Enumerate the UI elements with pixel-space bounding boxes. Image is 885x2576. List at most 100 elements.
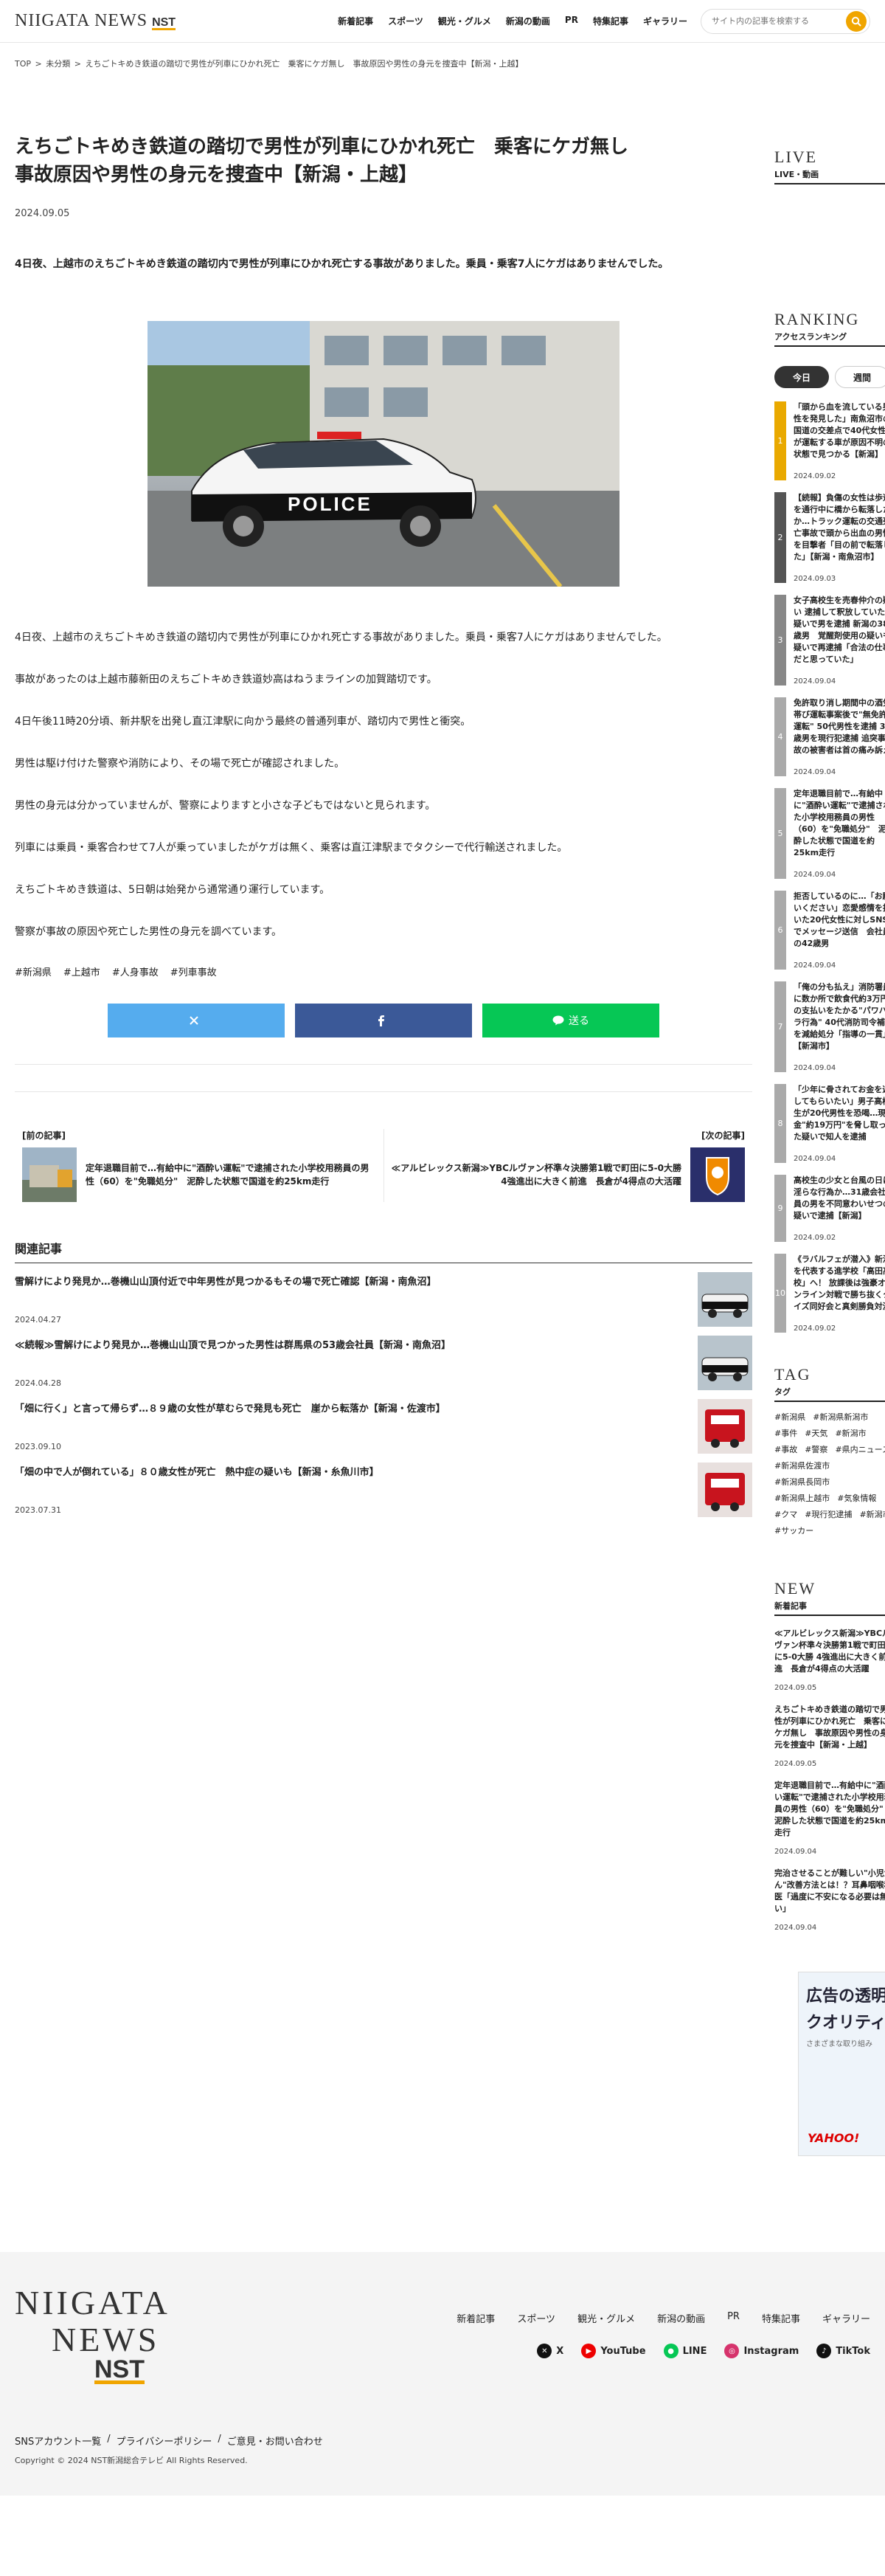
footer-sns-list-link[interactable]: SNSアカウント一覧 (15, 2434, 101, 2448)
next-article-thumbnail (690, 1147, 745, 1202)
new-article-item[interactable]: 完治させることが難しい"小児がん"改善方法とは！？耳鼻咽喉科医「過度に不安になる… (774, 1868, 885, 1932)
tag-link[interactable]: #列車事故 (170, 964, 217, 978)
footer-tiktok-label: TikTok (836, 2345, 870, 2357)
related-title: 雪解けにより発見か…巻機山山頂付近で中年男性が見つかるもその場で死亡確認【新潟・… (15, 1277, 437, 1288)
sidebar-tag[interactable]: #新潟市 (859, 1508, 885, 1520)
new-article-date: 2024.09.04 (774, 1924, 817, 1932)
next-article-label: [次の記事] (701, 1130, 745, 1141)
nav-sports[interactable]: スポーツ (388, 15, 423, 27)
nav-gourmet[interactable]: 観光・グルメ (438, 15, 491, 27)
footer-contact-link[interactable]: ご意見・お問い合わせ (227, 2434, 323, 2448)
nav-features[interactable]: 特集記事 (593, 15, 628, 27)
related-item[interactable]: 「畑の中で人が倒れている」８０歳女性が死亡 熱中症の疑いも【新潟・糸魚川市】 2… (15, 1463, 752, 1517)
sidebar-tag[interactable]: #県内ニュース (835, 1443, 885, 1455)
ranking-item[interactable]: 4 免許取り消し期間中の酒気帯び運転事案後で"無免許運転" 50代男性を逮捕 38… (774, 697, 885, 776)
footer-x-link[interactable]: ✕ X (537, 2344, 563, 2358)
sidebar-tag[interactable]: #新潟県長岡市 (774, 1476, 830, 1488)
share-line-button[interactable]: 送る (482, 1004, 659, 1037)
sidebar-tag[interactable]: #気象情報 (837, 1492, 876, 1504)
sidebar-tag[interactable]: #現行犯逮捕 (805, 1508, 852, 1520)
ad-text-line1: 広告の透明 (806, 1987, 885, 2006)
footer-youtube-link[interactable]: ▶ YouTube (581, 2344, 646, 2358)
rank-number: 6 (774, 891, 786, 970)
x-icon (190, 1016, 198, 1025)
related-date: 2024.04.27 (15, 1315, 61, 1325)
search-input[interactable] (712, 16, 846, 26)
copyright: Copyright © 2024 NST新潟総合テレビ All Rights R… (15, 2456, 248, 2465)
footer-tiktok-link[interactable]: ♪ TikTok (816, 2344, 870, 2358)
ranking-item[interactable]: 6 拒否しているのに…「お願いください」恋愛感情を抱いた20代女性に対しSNSでメ… (774, 891, 885, 970)
footer-nav-new-articles[interactable]: 新着記事 (457, 2311, 495, 2325)
sidebar-tag[interactable]: #新潟市 (835, 1427, 866, 1439)
new-article-date: 2024.09.04 (774, 1848, 817, 1856)
sidebar-tag[interactable]: #事故 (774, 1443, 797, 1455)
ranking-item[interactable]: 8 「少年に骨されてお金を返してもらいたい」男子高校生が20代男性を恐喝…現金"約… (774, 1084, 885, 1163)
sidebar-tag[interactable]: #天気 (805, 1427, 827, 1439)
ranking-item[interactable]: 1 「頭から血を流している男性を発見した」南魚沼市の国道の交差点で40代女性が運転… (774, 401, 885, 480)
ad-banner[interactable]: 広告の透明 クオリティ さまざまな取り組み YAHOO! (798, 1972, 885, 2156)
share-x-button[interactable] (108, 1004, 285, 1037)
ranking-item[interactable]: 5 定年退職目前で…有給中に"酒酔い運転"で逮捕された小学校用務員の男性（60）を… (774, 788, 885, 879)
tag-link[interactable]: #上越市 (63, 964, 100, 978)
sidebar-tag[interactable]: #クマ (774, 1508, 797, 1520)
rank-number: 4 (774, 697, 786, 776)
line-icon (552, 1015, 564, 1026)
footer-nav: 新着記事 スポーツ 観光・グルメ 新潟の動画 PR 特集記事 ギャラリー (457, 2311, 870, 2325)
new-article-title: 完治させることが難しい"小児がん"改善方法とは！？耳鼻咽喉科医「過度に不安になる… (774, 1868, 885, 1913)
prev-article[interactable]: [前の記事] 定年退職目前で…有給中に"酒酔い運転"で逮捕された小学校用務員の男… (15, 1129, 384, 1202)
rank-title: 「俺の分も払え」消防署員に数か所で飲食代約3万円の支払いをたかる"パワハラ行為"… (794, 982, 885, 1051)
footer-nav-sports[interactable]: スポーツ (517, 2311, 555, 2325)
article-title-line2: 事故原因や男性の身元を捜査中【新潟・上越】 (15, 164, 418, 186)
ranking-item[interactable]: 7 「俺の分も払え」消防署員に数か所で飲食代約3万円の支払いをたかる"パワハラ行為… (774, 981, 885, 1072)
new-article-date: 2024.09.05 (774, 1760, 817, 1768)
tab-weekly[interactable]: 週間 (835, 366, 885, 388)
footer-nav-gallery[interactable]: ギャラリー (822, 2311, 870, 2325)
related-item[interactable]: 「畑に行く」と言って帰らず…８９歳の女性が草むらで発見も死亡 崖から転落か【新潟… (15, 1399, 752, 1454)
tag-link[interactable]: #人身事故 (112, 964, 159, 978)
footer-instagram-link[interactable]: ◎ Instagram (724, 2344, 799, 2358)
sidebar-tag[interactable]: #新潟県新潟市 (813, 1411, 868, 1423)
sidebar-tag[interactable]: #事件 (774, 1427, 797, 1439)
tab-today[interactable]: 今日 (774, 366, 830, 388)
footer-nav-videos[interactable]: 新潟の動画 (657, 2311, 705, 2325)
ranking-item[interactable]: 10 《ラバルフェが潜入》新潟を代表する進学校「高田高校」へ！ 放課後は強豪オンラ… (774, 1254, 885, 1333)
sidebar-tag[interactable]: #新潟県佐渡市 (774, 1460, 830, 1471)
ranking-item[interactable]: 9 高校生の少女と台風の日に淫らな行為か…31歳会社員の男を不同意わいせつの疑いで… (774, 1175, 885, 1242)
ranking-item[interactable]: 3 女子高校生を売春仲介の疑い 逮捕して釈放していた疑いで男を逮捕 新潟の38歳男… (774, 595, 885, 686)
article-lead: 4日夜、上越市のえちごトキめき鉄道の踏切内で男性が列車にひかれ死亡する事故があり… (15, 258, 669, 270)
rank-title: 「頭から血を流している男性を発見した」南魚沼市の国道の交差点で40代女性が運転す… (794, 402, 885, 459)
next-article[interactable]: [次の記事] ≪アルビレックス新潟≫YBCルヴァン杯準々決勝第1戦で町田に5-0… (383, 1129, 753, 1202)
ranking-heading: RANKING (774, 310, 860, 328)
sidebar-tag[interactable]: #サッカー (774, 1524, 813, 1536)
prev-article-title: 定年退職目前で…有給中に"酒酔い運転"で逮捕された小学校用務員の男性（60）を"… (86, 1163, 369, 1187)
footer-nav-features[interactable]: 特集記事 (762, 2311, 800, 2325)
nav-videos[interactable]: 新潟の動画 (506, 15, 550, 27)
footer-line-link[interactable]: ● LINE (663, 2344, 707, 2358)
tag-link[interactable]: #新潟県 (15, 964, 52, 978)
ad-text-line3: さまざまな取り組み (806, 2040, 872, 2048)
share-facebook-button[interactable] (295, 1004, 472, 1037)
breadcrumb-category[interactable]: 未分類 (46, 59, 70, 69)
new-article-item[interactable]: ≪アルビレックス新潟≫YBCルヴァン杯準々決勝第1戦で町田に5-0大勝 4強進出… (774, 1628, 885, 1692)
footer-nav-pr[interactable]: PR (727, 2311, 740, 2325)
new-article-item[interactable]: えちごトキめき鉄道の踏切で男性が列車にひかれ死亡 乗客にケガ無し 事故原因や男性… (774, 1704, 885, 1768)
sidebar-tag[interactable]: #新潟県上越市 (774, 1492, 830, 1504)
related-item[interactable]: 雪解けにより発見か…巻機山山頂付近で中年男性が見つかるもその場で死亡確認【新潟・… (15, 1272, 752, 1327)
breadcrumb-top[interactable]: TOP (15, 59, 31, 69)
nav-gallery[interactable]: ギャラリー (643, 15, 687, 27)
new-article-item[interactable]: 定年退職目前で…有給中に"酒酔い運転"で逮捕された小学校用務員の男性（60）を"… (774, 1780, 885, 1856)
facebook-icon (378, 1015, 384, 1026)
rank-date: 2024.09.04 (794, 677, 836, 686)
search-button[interactable] (846, 10, 867, 32)
nav-new-articles[interactable]: 新着記事 (338, 15, 373, 27)
nav-pr[interactable]: PR (565, 15, 578, 27)
sidebar-tag[interactable]: #警察 (805, 1443, 827, 1455)
related-item[interactable]: ≪続報≫雪解けにより発見か…巻機山山頂で見つかった男性は群馬県の53歳会社員【新… (15, 1336, 752, 1390)
footer-nav-gourmet[interactable]: 観光・グルメ (577, 2311, 635, 2325)
new-section: NEW 新着記事 ≪アルビレックス新潟≫YBCルヴァン杯準々決勝第1戦で町田に5… (774, 1579, 885, 1932)
footer-logo[interactable]: NIIGATA NEWS NST (15, 2285, 184, 2384)
site-logo[interactable]: NIIGATA NEWS NST (15, 11, 176, 31)
footer-privacy-link[interactable]: プライバシーポリシー (117, 2434, 212, 2448)
ranking-item[interactable]: 2 【続報】負傷の女性は歩道を通行中に橋から転落したか…トラック運転の交通死亡事故… (774, 492, 885, 583)
sidebar-tag[interactable]: #新潟県 (774, 1411, 805, 1423)
